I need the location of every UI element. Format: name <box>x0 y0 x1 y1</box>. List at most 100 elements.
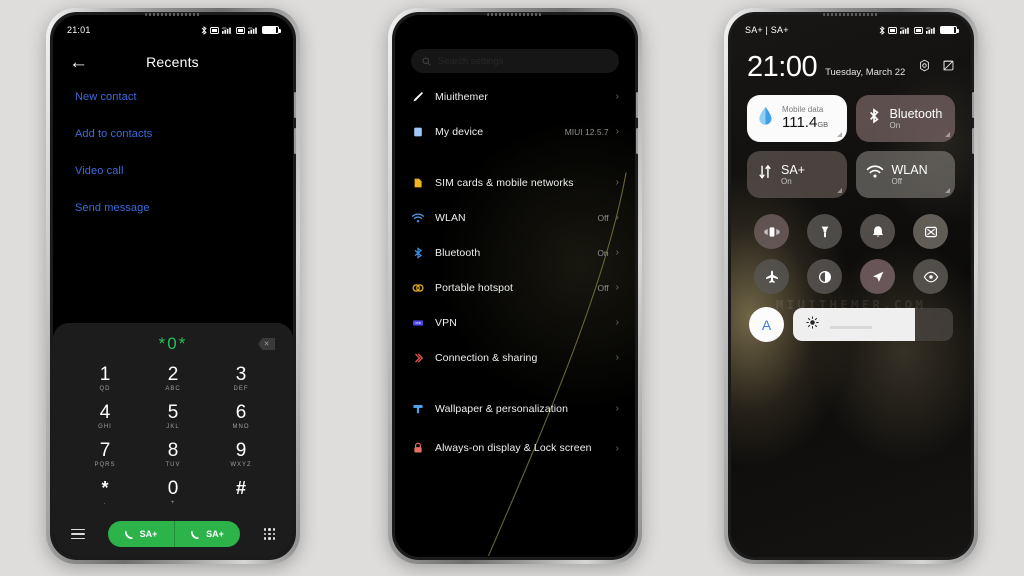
call-sim1-button[interactable]: SA+ <box>108 521 174 547</box>
brightness-sun-icon <box>806 315 819 334</box>
search-area: Search settings <box>395 37 635 79</box>
tile-resize-corner-icon <box>945 132 950 137</box>
toggle-reading-mode[interactable] <box>913 259 948 294</box>
key-star[interactable]: *. <box>77 479 133 508</box>
call-sim2-button[interactable]: SA+ <box>173 521 241 547</box>
toggle-flashlight[interactable] <box>807 214 842 249</box>
tile-text: WLAN Off <box>892 163 928 187</box>
settings-item-portable-hotspot[interactable]: Portable hotspot Off › <box>395 270 635 305</box>
settings-item-sim-cards[interactable]: SIM cards & mobile networks › <box>395 165 635 200</box>
tile-resize-corner-icon <box>836 132 842 137</box>
link-add-to-contacts[interactable]: Add to contacts <box>75 128 271 140</box>
settings-item-wallpaper[interactable]: Wallpaper & personalization › <box>395 391 635 426</box>
tile-text: Bluetooth On <box>890 107 943 131</box>
key-0[interactable]: 0 + <box>145 479 201 508</box>
key-letters: + <box>170 500 176 506</box>
volume-button[interactable] <box>294 92 296 118</box>
power-button[interactable] <box>636 128 638 154</box>
phone2-screen: Search settings Miuithemer › My device M… <box>395 15 635 557</box>
signal-4g-icon: 4G <box>900 26 909 34</box>
tile-mobile-data[interactable]: Mobile data 111.4GB <box>747 95 847 142</box>
chevron-right-icon: › <box>615 352 619 363</box>
settings-item-my-device[interactable]: My device MIUI 12.5.7 › <box>395 114 635 149</box>
volume-button[interactable] <box>636 92 638 118</box>
key-5[interactable]: 5 JKL <box>145 403 201 432</box>
key-hash[interactable]: # <box>213 479 269 508</box>
settings-content: Search settings Miuithemer › My device M… <box>395 15 635 470</box>
backspace-icon[interactable]: ✕ <box>258 338 275 350</box>
settings-item-value: Off <box>597 212 609 223</box>
settings-item-always-on-display[interactable]: Always-on display & Lock screen › <box>395 426 635 470</box>
link-video-call[interactable]: Video call <box>75 165 271 177</box>
vpn-icon: VPN <box>411 316 435 330</box>
signal-4g-icon: 4G <box>926 26 935 34</box>
clock-row: 21:00 Tuesday, March 22 <box>747 53 955 82</box>
signal-4g-icon: 4G <box>222 26 231 34</box>
settings-item-connection-sharing[interactable]: Connection & sharing › <box>395 340 635 375</box>
control-center-header: 21:00 Tuesday, March 22 <box>731 39 971 82</box>
hotspot-icon <box>411 281 435 295</box>
key-6[interactable]: 6 MNO <box>213 403 269 432</box>
wallpaper-icon <box>411 402 435 416</box>
key-8[interactable]: 8 TUV <box>145 441 201 470</box>
phone2-bezel: Search settings Miuithemer › My device M… <box>392 12 638 560</box>
key-4[interactable]: 4 GHI <box>77 403 133 432</box>
menu-icon[interactable] <box>71 526 85 543</box>
settings-item-wlan[interactable]: WLAN Off › <box>395 200 635 235</box>
tile-bluetooth[interactable]: Bluetooth On <box>855 95 955 142</box>
power-button[interactable] <box>972 128 974 154</box>
toggle-location[interactable] <box>860 259 895 294</box>
device-icon <box>411 125 435 139</box>
back-button[interactable]: ← <box>69 53 88 72</box>
toggle-dark-mode[interactable] <box>807 259 842 294</box>
screenshot-icon <box>924 226 937 237</box>
toggle-airplane-mode[interactable] <box>754 259 789 294</box>
chevron-right-icon: › <box>615 177 619 188</box>
toggle-notifications[interactable] <box>860 214 895 249</box>
settings-item-label: Always-on display & Lock screen <box>435 442 592 454</box>
toggle-grid <box>731 198 971 294</box>
key-digit: 6 <box>235 402 247 423</box>
toggle-screenshot[interactable] <box>913 214 948 249</box>
page-title: Recents <box>146 54 199 70</box>
phone3-screen: SA+ | SA+ 4G 4G 21:00 Tuesday, March 22 <box>731 15 971 557</box>
settings-item-vpn[interactable]: VPN VPN › <box>395 305 635 340</box>
brightness-slider[interactable] <box>793 308 953 341</box>
key-letters: TUV <box>165 462 181 468</box>
search-input[interactable]: Search settings <box>411 49 619 73</box>
settings-gear-icon[interactable] <box>918 59 931 77</box>
battery-icon <box>940 26 959 34</box>
key-letters: . <box>103 500 107 506</box>
key-2[interactable]: 2 ABC <box>145 365 201 394</box>
link-new-contact[interactable]: New contact <box>75 91 271 103</box>
bluetooth-icon <box>411 246 435 260</box>
tile-mobile-network[interactable]: SA+ On <box>747 151 847 198</box>
link-send-message[interactable]: Send message <box>75 202 271 214</box>
tile-wlan[interactable]: WLAN Off <box>855 151 955 198</box>
key-7[interactable]: 7 PQRS <box>77 441 133 470</box>
signal-4g-icon: 4G <box>248 26 257 34</box>
auto-brightness-button[interactable]: A <box>749 307 784 342</box>
edit-icon[interactable] <box>942 59 955 77</box>
toggle-vibrate[interactable] <box>754 214 789 249</box>
home-indicator[interactable] <box>830 326 872 329</box>
flashlight-icon <box>821 226 828 237</box>
key-3[interactable]: 3 DEF <box>213 365 269 394</box>
settings-item-bluetooth[interactable]: Bluetooth On › <box>395 235 635 270</box>
dialer-bottom-bar: SA+ SA+ <box>53 517 293 547</box>
sharing-icon <box>411 351 435 365</box>
list-gap <box>395 149 635 165</box>
volume-button[interactable] <box>972 92 974 118</box>
number-display-row: *0* ✕ <box>53 331 293 357</box>
auto-brightness-label: A <box>761 316 772 333</box>
keypad-icon[interactable] <box>263 528 275 540</box>
tile-value-row: 111.4GB <box>782 114 828 132</box>
key-1[interactable]: 1 QD <box>77 365 133 394</box>
chevron-right-icon: › <box>615 317 619 328</box>
vibrate-icon <box>764 226 779 237</box>
key-9[interactable]: 9 WXYZ <box>213 441 269 470</box>
power-button[interactable] <box>294 128 296 154</box>
settings-item-miuithemer[interactable]: Miuithemer › <box>395 79 635 114</box>
phone-icon <box>124 530 133 539</box>
airplane-icon <box>765 270 778 283</box>
